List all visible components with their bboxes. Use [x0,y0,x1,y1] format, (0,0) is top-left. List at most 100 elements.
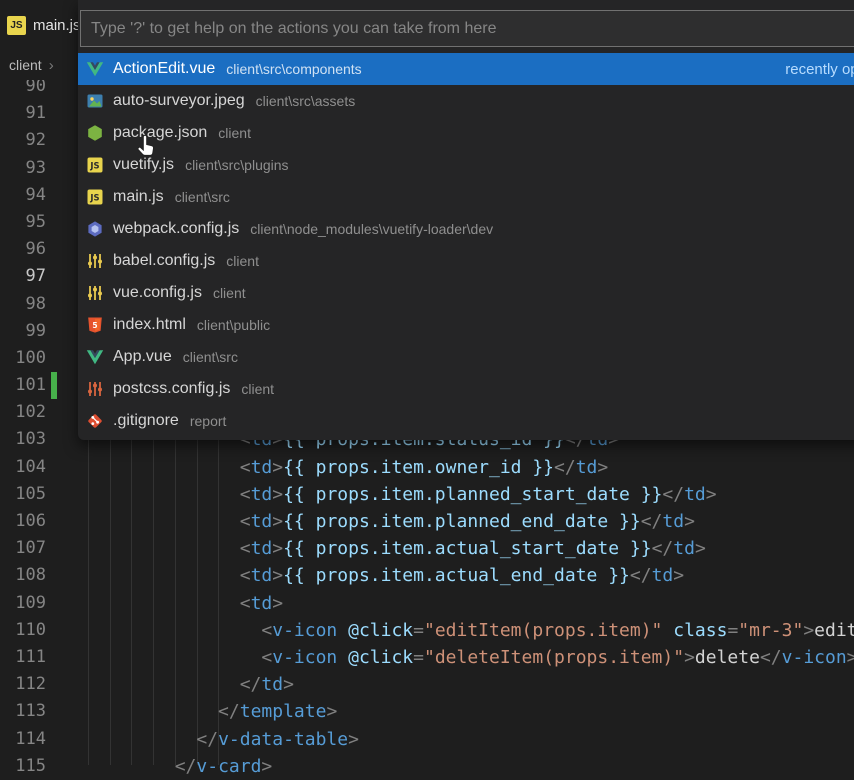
js-file-icon: JS [86,188,104,206]
file-path: client [218,125,251,141]
vue-file-icon [86,348,104,366]
gutter-marker [51,263,57,290]
line-number: 102 [0,399,46,426]
code-text: </v-data-table> [88,726,359,753]
file-name: babel.config.js [113,252,215,270]
file-name: auto-surveyor.jpeg [113,92,245,110]
line-number: 91 [0,100,46,127]
gutter-marker [51,562,57,589]
breadcrumb[interactable]: client › [0,50,78,80]
gutter-marker [51,345,57,372]
code-line[interactable]: 108 <td>{{ props.item.actual_end_date }}… [0,562,854,589]
image-file-icon [86,92,104,110]
quick-open-item[interactable]: .gitignorereport [78,405,854,437]
line-number: 103 [0,426,46,453]
gutter-marker [51,100,57,127]
code-line[interactable]: 112 </td> [0,671,854,698]
breadcrumb-item-client[interactable]: client [9,57,42,73]
quick-open-item[interactable]: auto-surveyor.jpeg client\src\assets [78,85,854,117]
line-number: 96 [0,236,46,263]
code-text: <td>{{ props.item.owner_id }}</td> [88,454,608,481]
npm-file-icon [86,124,104,142]
line-number: 112 [0,671,46,698]
quick-open-item[interactable]: 5index.htmlclient\public [78,309,854,341]
quick-open-item[interactable]: JSvuetify.jsclient\src\plugins [78,149,854,181]
line-number: 97 [0,263,46,290]
quick-open-input[interactable] [80,10,854,47]
git-file-icon [86,412,104,430]
file-name: package.json [113,124,207,142]
chevron-right-icon: › [49,57,54,74]
gutter-marker [51,590,57,617]
file-name: webpack.config.js [113,220,239,238]
code-text: <td> [88,590,283,617]
gutter-marker [51,209,57,236]
svg-text:JS: JS [89,161,99,171]
line-number: 99 [0,318,46,345]
line-number: 106 [0,508,46,535]
line-number: 94 [0,182,46,209]
gutter-marker [51,454,57,481]
code-line[interactable]: 106 <td>{{ props.item.planned_end_date }… [0,508,854,535]
line-number: 101 [0,372,46,399]
code-line[interactable]: 113 </template> [0,698,854,725]
line-number: 104 [0,454,46,481]
code-line[interactable]: 105 <td>{{ props.item.planned_start_date… [0,481,854,508]
file-path: client\public [197,317,270,333]
gutter-marker [51,481,57,508]
code-line[interactable]: 111 <v-icon @click="deleteItem(props.ite… [0,644,854,671]
quick-open-item[interactable]: vue.config.jsclient [78,277,854,309]
js-file-icon: JS [86,156,104,174]
quick-open-item[interactable]: postcss.config.jsclient [78,373,854,405]
quick-open-item[interactable]: ActionEdit.vueclient\src\componentsrecen… [78,53,854,85]
gutter-marker [51,399,57,426]
code-text: <td>{{ props.item.planned_start_date }}<… [88,481,717,508]
gutter-marker [51,318,57,345]
code-line[interactable]: 110 <v-icon @click="editItem(props.item)… [0,617,854,644]
file-path: client\src\assets [256,93,356,109]
code-line[interactable]: 115 </v-card> [0,753,854,780]
line-number: 108 [0,562,46,589]
quick-open-list: ActionEdit.vueclient\src\componentsrecen… [78,53,854,437]
gutter-marker [51,726,57,753]
code-text: <v-icon @click="deleteItem(props.item)">… [88,644,854,671]
gutter-marker [51,617,57,644]
file-path: client\node_modules\vuetify-loader\dev [250,221,493,237]
svg-text:5: 5 [92,321,97,330]
code-line[interactable]: 114 </v-data-table> [0,726,854,753]
quick-open-item[interactable]: JSmain.jsclient\src [78,181,854,213]
file-name: App.vue [113,348,172,366]
gutter-marker [51,535,57,562]
line-number: 105 [0,481,46,508]
gutter-marker [51,291,57,318]
gutter-marker [51,753,57,780]
config-yellow-file-icon [86,252,104,270]
line-number: 93 [0,155,46,182]
quick-open-item[interactable]: App.vue client\src [78,341,854,373]
gutter-marker [51,508,57,535]
file-name: ActionEdit.vue [113,60,215,78]
quick-open-item[interactable]: package.json client [78,117,854,149]
git-added-marker [51,372,57,399]
webpack-file-icon [86,220,104,238]
file-path: client [213,285,246,301]
file-name: postcss.config.js [113,380,230,398]
tab-label: main.js [33,17,81,34]
file-path: client\src [183,349,238,365]
js-file-icon: JS [7,16,26,35]
gutter-marker [51,155,57,182]
config-yellow-file-icon [86,284,104,302]
quick-open-item[interactable]: babel.config.jsclient [78,245,854,277]
code-line[interactable]: 109 <td> [0,590,854,617]
recently-opened-label: recently opened [785,61,854,78]
gutter-marker [51,426,57,453]
file-path: client\src\plugins [185,157,289,173]
config-orange-file-icon [86,380,104,398]
line-number: 100 [0,345,46,372]
gutter-marker [51,236,57,263]
code-line[interactable]: 104 <td>{{ props.item.owner_id }}</td> [0,454,854,481]
code-line[interactable]: 107 <td>{{ props.item.actual_start_date … [0,535,854,562]
html-file-icon: 5 [86,316,104,334]
file-path: report [190,413,227,429]
quick-open-item[interactable]: webpack.config.js client\node_modules\vue… [78,213,854,245]
